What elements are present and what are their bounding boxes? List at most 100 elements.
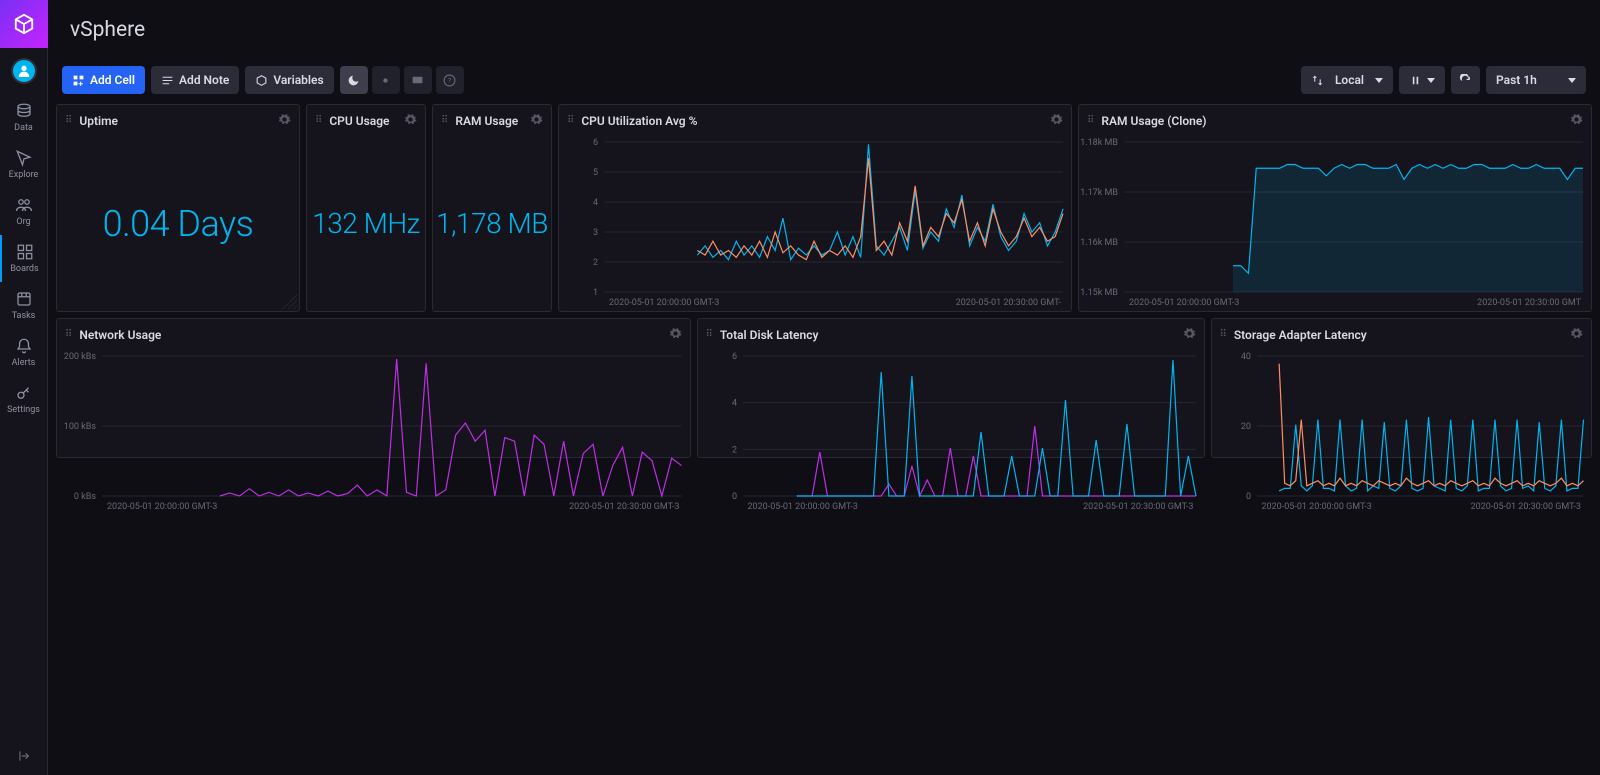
user-avatar[interactable] [11,58,37,84]
add-note-label: Add Note [179,73,229,87]
gear-icon [1050,113,1063,126]
timezone-dropdown[interactable]: Local [1301,66,1393,94]
nav-label: Data [14,123,33,133]
light-mode-toggle[interactable] [372,66,400,94]
svg-text:0: 0 [1245,492,1250,500]
nav-label: Alerts [12,358,36,368]
nav-explore-icon [15,149,33,167]
present-icon [411,74,424,87]
add-note-button[interactable]: Add Note [151,66,239,94]
nav-alerts[interactable]: Alerts [0,329,48,376]
svg-text:?: ? [448,76,451,84]
sidebar-collapse[interactable] [0,737,47,775]
panel-settings-button[interactable] [1183,325,1196,344]
panel-title: Storage Adapter Latency [1234,328,1564,342]
grid-plus-icon [72,74,85,87]
svg-text:0 kBs: 0 kBs [74,492,96,500]
panel-settings-button[interactable] [1570,111,1583,130]
time-range-dropdown[interactable]: Past 1h [1486,66,1586,94]
gear-icon [278,113,291,126]
sidebar: Data ExploreOrgBoards Tasks Alerts Settings [0,0,48,775]
panel-cpu-util: ⠿CPU Utilization Avg % 123456 2020-05-01… [558,104,1072,312]
svg-text:0: 0 [731,492,736,500]
x-end: 2020-05-01 20:30:00 GMT [1477,298,1581,308]
help-button[interactable]: ? [436,66,464,94]
x-end: 2020-05-01 20:30:00 GMT-3 [1471,502,1581,512]
drag-handle[interactable]: ⠿ [65,115,73,126]
nav-tasks[interactable]: Tasks [0,282,48,329]
panel-network: ⠿Network Usage 0 kBs100 kBs200 kBs 2020-… [56,318,691,458]
svg-text:6: 6 [593,138,598,148]
x-end: 2020-05-01 20:30:00 GMT-3 [569,502,679,512]
sun-icon [379,74,392,87]
caret-down-icon [1568,78,1576,83]
nav-label: Settings [7,405,40,415]
refresh-button[interactable] [1451,66,1480,94]
nav-label: Tasks [12,311,36,321]
panel-settings-button[interactable] [404,111,417,130]
collapse-icon [17,749,31,763]
drag-handle[interactable]: ⠿ [441,115,449,126]
nav-alerts-icon [15,337,33,355]
add-cell-label: Add Cell [90,73,135,87]
logo-icon [13,13,35,35]
gear-icon [1570,113,1583,126]
page-title: vSphere [70,18,145,42]
x-start: 2020-05-01 20:00:00 GMT-3 [748,502,858,512]
pause-icon [1409,74,1422,87]
x-start: 2020-05-01 20:00:00 GMT-3 [609,298,719,308]
drag-handle[interactable]: ⠿ [1220,329,1228,340]
variables-button[interactable]: Variables [245,66,333,94]
panel-title: RAM Usage [455,114,524,128]
panel-disk-latency: ⠿Total Disk Latency 0246 2020-05-01 20:0… [697,318,1205,458]
cpu-util-chart: 123456 [559,136,1071,296]
x-end: 2020-05-01 20:30:00 GMT- [956,298,1061,308]
panel-storage-latency: ⠿Storage Adapter Latency 02040 2020-05-0… [1211,318,1593,458]
panel-settings-button[interactable] [530,111,543,130]
svg-text:1.17k MB: 1.17k MB [1080,188,1118,198]
question-icon: ? [443,74,456,87]
variables-label: Variables [273,73,323,87]
svg-text:6: 6 [731,352,736,362]
panel-settings-button[interactable] [669,325,682,344]
ram-clone-chart: 1.15k MB1.16k MB1.17k MB1.18k MB [1079,136,1591,296]
nav-settings[interactable]: Settings [0,376,48,423]
nav-boards-icon [16,243,34,261]
gear-icon [1183,327,1196,340]
x-start: 2020-05-01 20:00:00 GMT-3 [107,502,217,512]
note-icon [161,74,174,87]
drag-handle[interactable]: ⠿ [567,115,575,126]
caret-down-icon [1375,78,1383,83]
panel-settings-button[interactable] [1570,325,1583,344]
drag-handle[interactable]: ⠿ [1087,115,1095,126]
resize-handle[interactable] [277,289,299,311]
svg-text:200 kBs: 200 kBs [64,352,97,362]
gear-icon [1570,327,1583,340]
nav-boards[interactable]: Boards [0,235,48,282]
caret-down-icon [1427,78,1435,83]
swap-icon [1311,74,1324,87]
logo[interactable] [0,0,48,48]
panel-ram-clone: ⠿RAM Usage (Clone) 1.15k MB1.16k MB1.17k… [1078,104,1592,312]
nav-explore[interactable]: Explore [0,141,48,188]
autorefresh-dropdown[interactable] [1399,66,1445,94]
toolbar-right: Local Past 1h [1301,66,1586,94]
nav-data[interactable]: Data [0,94,48,141]
nav-org[interactable]: Org [0,188,48,235]
svg-text:5: 5 [593,168,598,178]
panel-settings-button[interactable] [1050,111,1063,130]
svg-text:4: 4 [593,198,598,208]
panel-settings-button[interactable] [278,111,291,130]
gear-icon [669,327,682,340]
dark-mode-toggle[interactable] [340,66,368,94]
drag-handle[interactable]: ⠿ [315,115,323,126]
svg-text:1.15k MB: 1.15k MB [1080,288,1118,296]
drag-handle[interactable]: ⠿ [706,329,714,340]
drag-handle[interactable]: ⠿ [65,329,73,340]
x-end: 2020-05-01 20:30:00 GMT-3 [1083,502,1193,512]
nav-tasks-icon [15,290,33,308]
svg-text:20: 20 [1240,422,1250,432]
presentation-mode-button[interactable] [404,66,432,94]
gear-icon [404,113,417,126]
add-cell-button[interactable]: Add Cell [62,66,145,94]
